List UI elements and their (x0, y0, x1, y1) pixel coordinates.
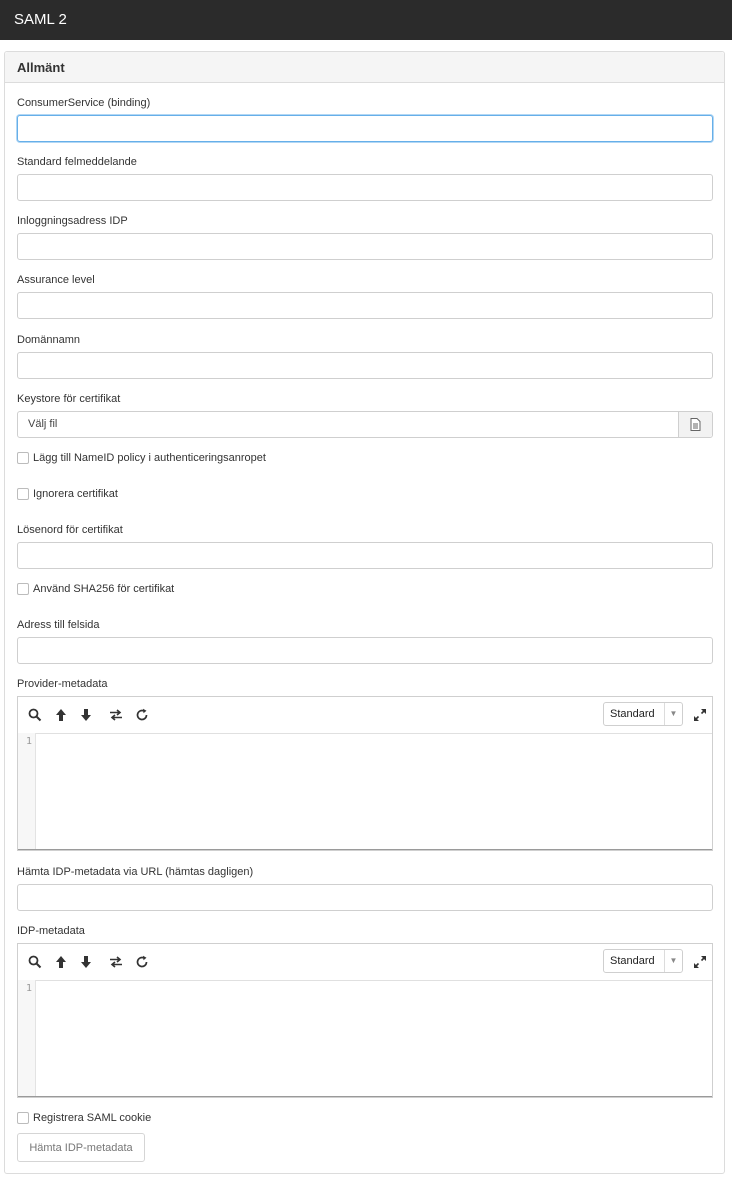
editor-gutter: 1 (18, 980, 36, 1097)
editor-bottom-border (18, 1096, 712, 1097)
expand-icon[interactable] (693, 955, 707, 969)
chevron-down-icon: ▼ (664, 950, 682, 972)
saml-cookie-checkbox[interactable] (17, 1112, 29, 1124)
nameid-checkbox-label: Lägg till NameID policy i authenticering… (33, 452, 266, 464)
error-page-input[interactable] (17, 637, 713, 664)
search-icon[interactable] (28, 708, 42, 722)
keystore-file-picker[interactable]: Välj fil (17, 411, 713, 438)
idp-metadata-url-label: Hämta IDP-metadata via URL (hämtas dagli… (17, 866, 254, 878)
provider-metadata-label: Provider-metadata (17, 678, 108, 690)
sha256-checkbox-label: Använd SHA256 för certifikat (33, 583, 175, 595)
default-error-input[interactable] (17, 174, 713, 201)
editor-toolbar: Standard ▼ (18, 697, 712, 734)
idp-mode-value: Standard (610, 955, 655, 967)
line-number: 1 (25, 983, 32, 994)
assurance-label: Assurance level (17, 274, 95, 286)
keystore-label: Keystore för certifikat (17, 393, 121, 405)
assurance-input[interactable] (17, 292, 713, 319)
saml-cookie-checkbox-row[interactable]: Registrera SAML cookie (17, 1111, 151, 1125)
default-error-label: Standard felmeddelande (17, 156, 137, 168)
fetch-idp-metadata-button[interactable]: Hämta IDP-metadata (17, 1133, 145, 1162)
keystore-file-text: Välj fil (28, 418, 58, 430)
idp-mode-select[interactable]: Standard ▼ (603, 949, 683, 973)
line-number: 1 (25, 736, 32, 747)
keystore-browse-button[interactable] (678, 412, 712, 437)
ignore-cert-checkbox-row[interactable]: Ignorera certifikat (17, 487, 118, 501)
ignore-cert-checkbox-label: Ignorera certifikat (33, 488, 118, 500)
chevron-down-icon: ▼ (664, 703, 682, 725)
refresh-icon[interactable] (135, 955, 149, 969)
cert-password-input[interactable] (17, 542, 713, 569)
swap-icon[interactable] (109, 955, 123, 969)
domain-label: Domännamn (17, 334, 80, 346)
domain-input[interactable] (17, 352, 713, 379)
idp-login-label: Inloggningsadress IDP (17, 215, 128, 227)
arrow-up-icon[interactable] (54, 955, 68, 969)
arrow-down-icon[interactable] (79, 708, 93, 722)
editor-toolbar: Standard ▼ (18, 944, 712, 981)
consumer-service-input[interactable] (17, 115, 713, 142)
search-icon[interactable] (28, 955, 42, 969)
editor-bottom-border (18, 849, 712, 850)
arrow-down-icon[interactable] (79, 955, 93, 969)
file-icon (690, 418, 701, 431)
provider-mode-value: Standard (610, 708, 655, 720)
nameid-checkbox-row[interactable]: Lägg till NameID policy i authenticering… (17, 451, 266, 465)
idp-metadata-url-input[interactable] (17, 884, 713, 911)
editor-gutter: 1 (18, 733, 36, 850)
idp-login-input[interactable] (17, 233, 713, 260)
refresh-icon[interactable] (135, 708, 149, 722)
saml-cookie-checkbox-label: Registrera SAML cookie (33, 1112, 152, 1124)
expand-icon[interactable] (693, 708, 707, 722)
panel-heading: Allmänt (5, 52, 724, 83)
swap-icon[interactable] (109, 708, 123, 722)
sha256-checkbox-row[interactable]: Använd SHA256 för certifikat (17, 582, 174, 596)
consumer-service-label: ConsumerService (binding) (17, 97, 151, 109)
error-page-label: Adress till felsida (17, 619, 100, 631)
sha256-checkbox[interactable] (17, 583, 29, 595)
arrow-up-icon[interactable] (54, 708, 68, 722)
idp-metadata-label: IDP-metadata (17, 925, 85, 937)
cert-password-label: Lösenord för certifikat (17, 524, 123, 536)
provider-mode-select[interactable]: Standard ▼ (603, 702, 683, 726)
ignore-cert-checkbox[interactable] (17, 488, 29, 500)
window-title: SAML 2 (0, 0, 732, 40)
idp-metadata-editor[interactable]: Standard ▼ 1 (17, 943, 713, 1098)
provider-metadata-editor[interactable]: Standard ▼ 1 (17, 696, 713, 851)
nameid-checkbox[interactable] (17, 452, 29, 464)
